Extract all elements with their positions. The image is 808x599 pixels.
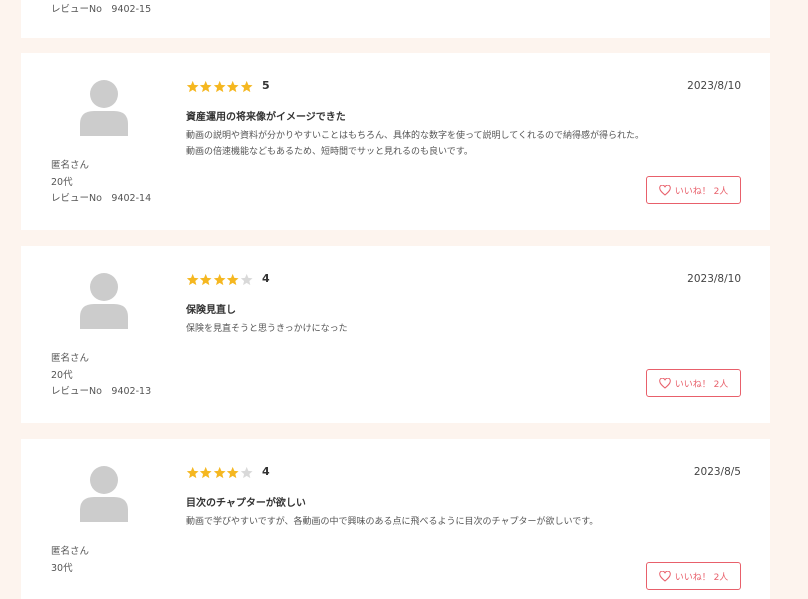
like-count-label: いいね！ 2人: [674, 186, 729, 197]
like-button[interactable]: いいね！ 2人: [646, 562, 741, 590]
reviewer-name: 匿名さん: [51, 546, 90, 557]
rating-score: 5: [262, 79, 270, 92]
review-body: 保険を見直そうと思うきっかけになった: [186, 321, 348, 337]
review-body: 動画の説明や資料が分かりやすいことはもちろん、具体的な数字を使って説明してくれる…: [186, 128, 644, 160]
review-card-partial: レビューNo 9402-15: [21, 0, 770, 38]
like-count-label: いいね！ 2人: [674, 572, 729, 583]
like-button[interactable]: いいね！ 2人: [646, 176, 741, 204]
like-count-label: いいね！ 2人: [674, 379, 729, 390]
reviewer-age: 20代: [51, 369, 73, 381]
like-button[interactable]: いいね！ 2人: [646, 369, 741, 397]
star-filled-icon: [200, 80, 212, 92]
review-card: 匿名さん 20代 レビューNo 9402-13 4 2023/8/10 保険見直…: [21, 246, 770, 423]
reviewer-name: 匿名さん: [51, 160, 90, 171]
reviewer-meta: 匿名さん 20代 レビューNo 9402-14: [51, 158, 151, 208]
review-body-line: 動画の倍速機能などもあるため、短時間でサッと見れるのも良いです。: [186, 147, 473, 157]
star-rating: [186, 465, 253, 479]
review-date: 2023/8/10: [687, 80, 741, 92]
star-filled-icon: [227, 273, 239, 285]
star-filled-icon: [186, 273, 199, 285]
star-filled-icon: [240, 80, 253, 92]
star-filled-icon: [186, 466, 199, 478]
star-filled-icon: [227, 80, 239, 92]
review-title: 保険見直し: [186, 305, 236, 316]
review-number: レビューNo 9402-13: [51, 386, 152, 397]
star-filled-icon: [213, 80, 226, 92]
star-empty-icon: [240, 273, 253, 285]
rating-score: 4: [262, 272, 270, 285]
star-filled-icon: [200, 466, 212, 478]
review-card: 匿名さん 30代 4 2023/8/5 目次のチャプターが欲しい 動画で学びやす…: [21, 439, 770, 599]
star-filled-icon: [213, 273, 226, 285]
review-body: 動画で学びやすいですが、各動画の中で興味のある点に飛べるように目次のチャプターが…: [186, 514, 598, 530]
reviewer-name: 匿名さん: [51, 353, 90, 364]
heart-icon: [658, 184, 671, 196]
reviewer-meta: 匿名さん 20代 レビューNo 9402-13: [51, 351, 151, 401]
star-filled-icon: [186, 80, 199, 92]
heart-icon: [658, 570, 671, 582]
review-number: レビューNo 9402-14: [51, 193, 152, 204]
heart-icon: [658, 377, 671, 389]
review-title: 目次のチャプターが欲しい: [186, 498, 306, 509]
review-title: 資産運用の将来像がイメージできた: [186, 112, 346, 123]
rating-score: 4: [262, 465, 270, 478]
review-body-line: 動画の説明や資料が分かりやすいことはもちろん、具体的な数字を使って説明してくれる…: [186, 131, 645, 141]
star-filled-icon: [213, 466, 226, 478]
reviewer-age: 30代: [51, 562, 73, 574]
review-date: 2023/8/10: [687, 273, 741, 285]
avatar-icon: [80, 80, 128, 136]
reviewer-age: 20代: [51, 176, 73, 188]
review-date: 2023/8/5: [693, 466, 741, 478]
star-rating: [186, 79, 253, 93]
review-body-line: 保険を見直そうと思うきっかけになった: [186, 324, 348, 334]
star-filled-icon: [227, 466, 239, 478]
review-card: 匿名さん 20代 レビューNo 9402-14 5 2023/8/10 資産運用…: [21, 53, 770, 230]
avatar-icon: [80, 273, 128, 329]
reviewer-meta: 匿名さん 30代: [51, 544, 89, 577]
review-number: レビューNo 9402-15: [51, 4, 152, 15]
star-rating: [186, 272, 253, 286]
star-empty-icon: [240, 466, 253, 478]
avatar-icon: [80, 466, 128, 522]
star-filled-icon: [200, 273, 212, 285]
review-body-line: 動画で学びやすいですが、各動画の中で興味のある点に飛べるように目次のチャプターが…: [186, 517, 599, 527]
